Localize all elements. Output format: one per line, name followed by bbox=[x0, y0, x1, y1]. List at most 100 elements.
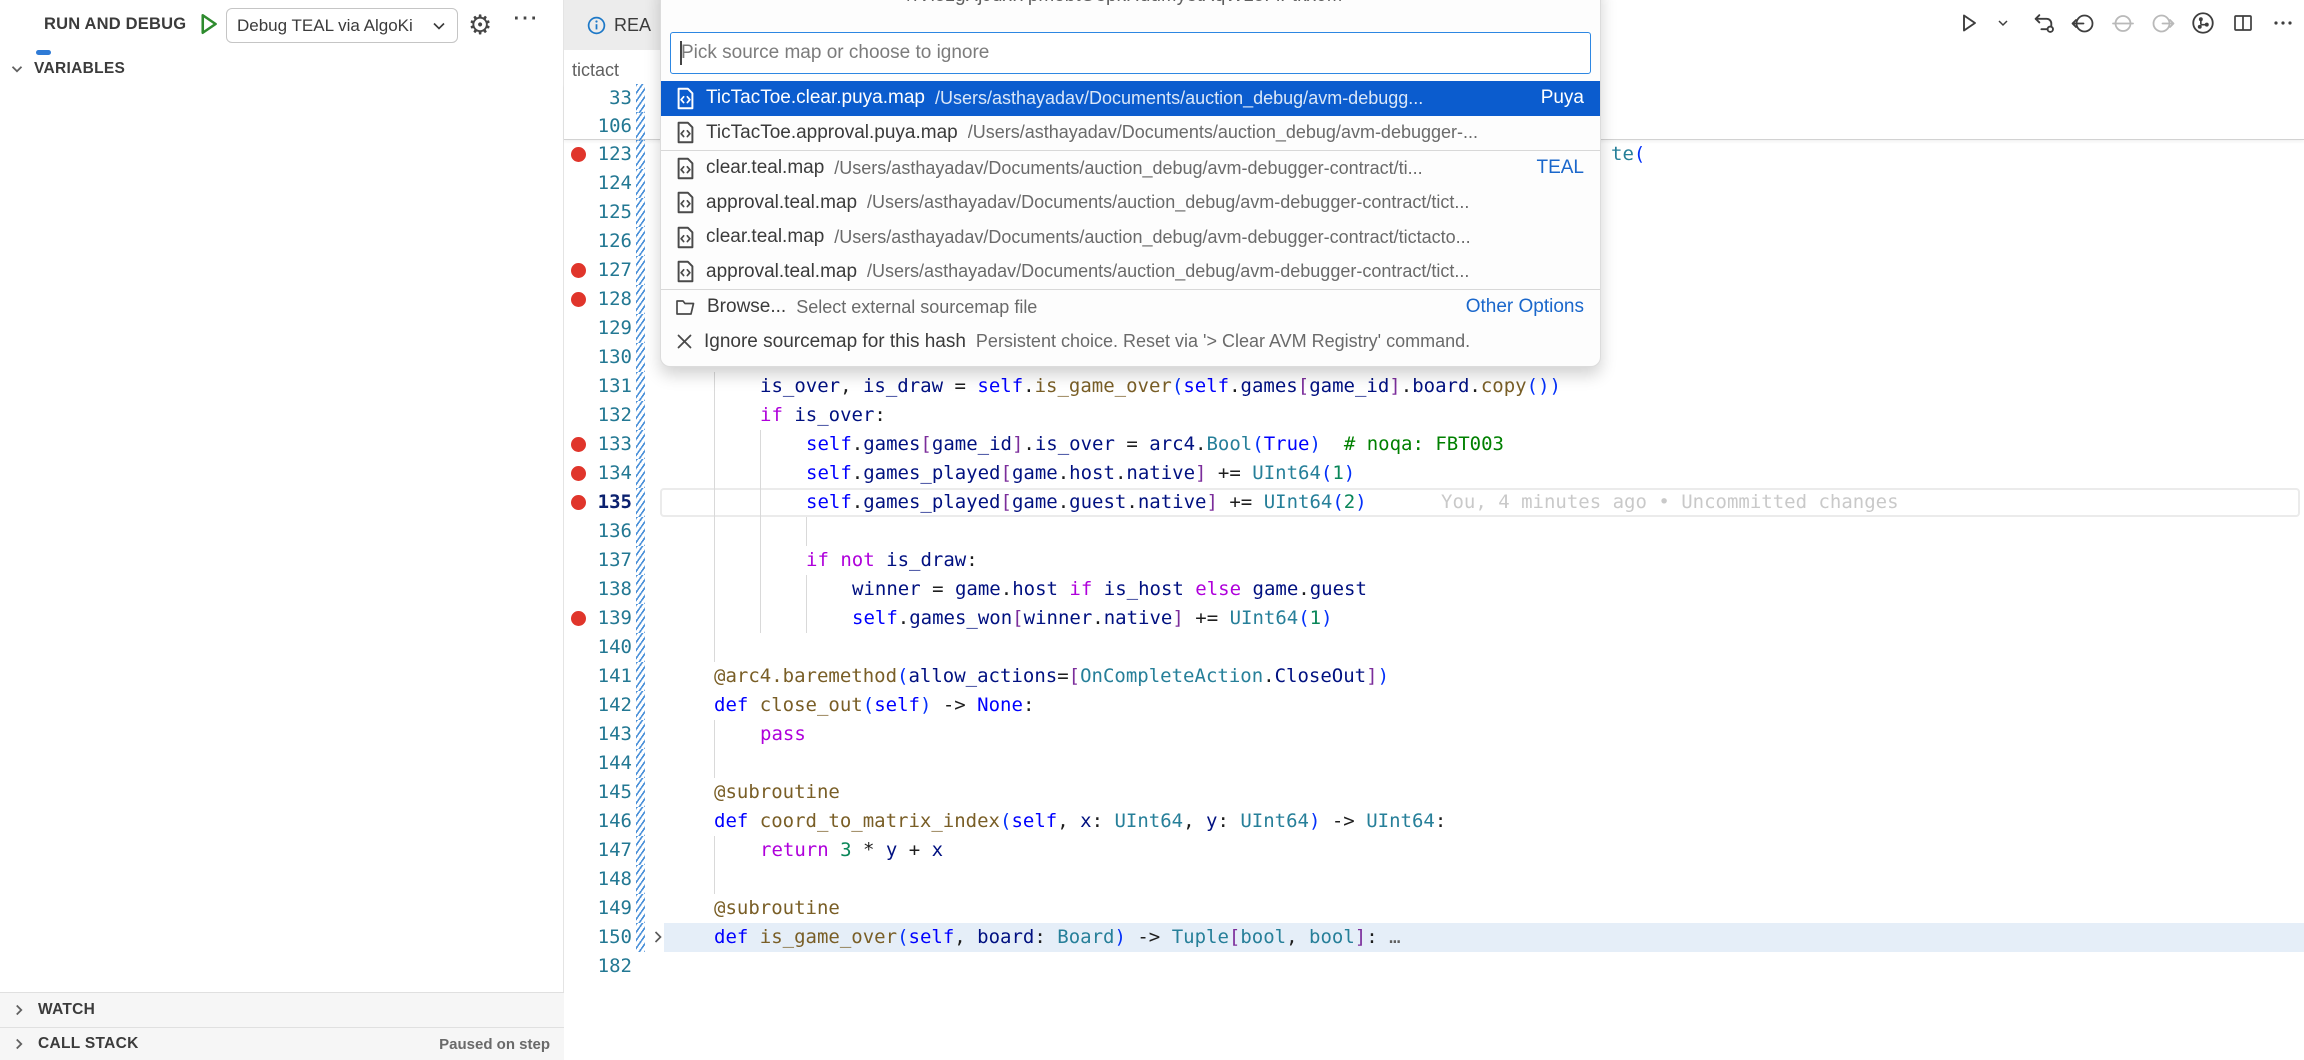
quickpick-item-badge: Other Options bbox=[1466, 296, 1584, 318]
code-line[interactable]: 140 bbox=[564, 633, 2304, 662]
debug-settings-gear-button[interactable]: ⚙ bbox=[468, 8, 492, 42]
call-stack-status: Paused on step bbox=[439, 1036, 550, 1053]
code-line[interactable]: 137if not is_draw: bbox=[564, 546, 2304, 575]
code-line[interactable]: 139self.games_won[winner.native] += UInt… bbox=[564, 604, 2304, 633]
code-text: if not is_draw: bbox=[806, 546, 978, 575]
quickpick-item[interactable]: Browse...Select external sourcemap fileO… bbox=[661, 290, 1600, 325]
split-editor-icon[interactable] bbox=[2230, 10, 2256, 36]
quickpick-item[interactable]: clear.teal.map/Users/asthayadav/Document… bbox=[661, 220, 1600, 255]
indent-guide bbox=[714, 401, 715, 430]
quickpick-item[interactable]: clear.teal.map/Users/asthayadav/Document… bbox=[661, 151, 1600, 186]
modified-line-gutter-stripe bbox=[636, 575, 645, 604]
code-line[interactable]: 132if is_over: bbox=[564, 401, 2304, 430]
code-line[interactable]: 136 bbox=[564, 517, 2304, 546]
debug-config-label: Debug TEAL via AlgoKi bbox=[237, 16, 429, 36]
modified-line-gutter-stripe bbox=[636, 169, 645, 198]
code-text: pass bbox=[760, 720, 806, 749]
code-line[interactable]: 131is_over, is_draw = self.is_game_over(… bbox=[564, 372, 2304, 401]
quickpick-item[interactable]: TicTacToe.clear.puya.map/Users/asthayada… bbox=[661, 81, 1600, 116]
indent-guide bbox=[714, 720, 715, 749]
line-number: 135 bbox=[574, 488, 632, 517]
modified-line-gutter-stripe bbox=[636, 459, 645, 488]
step-back-circle-icon[interactable] bbox=[2070, 10, 2096, 36]
code-line[interactable]: 182 bbox=[564, 952, 2304, 981]
chevron-right-icon bbox=[10, 1001, 28, 1019]
quickpick-item[interactable]: TicTacToe.approval.puya.map/Users/asthay… bbox=[661, 116, 1600, 151]
code-line[interactable]: 144 bbox=[564, 749, 2304, 778]
indent-guide bbox=[760, 604, 761, 633]
line-number: 143 bbox=[574, 720, 632, 749]
code-line[interactable]: 147return 3 * y + x bbox=[564, 836, 2304, 865]
modified-line-gutter-stripe bbox=[636, 604, 645, 633]
quickpick-item-badge: TEAL bbox=[1536, 157, 1584, 179]
line-number: 136 bbox=[574, 517, 632, 546]
code-text: winner = game.host if is_host else game.… bbox=[852, 575, 1367, 604]
file-code-icon bbox=[675, 87, 696, 110]
indent-guide bbox=[760, 430, 761, 459]
indent-guide bbox=[714, 575, 715, 604]
variables-section-header[interactable]: VARIABLES bbox=[8, 60, 125, 78]
quickpick-item-label: TicTacToe.approval.puya.map bbox=[706, 122, 958, 144]
modified-line-gutter-stripe bbox=[636, 401, 645, 430]
modified-line-gutter-stripe bbox=[636, 807, 645, 836]
modified-line-gutter-stripe bbox=[636, 256, 645, 285]
code-line[interactable]: 145@subroutine bbox=[564, 778, 2304, 807]
modified-line-gutter-stripe bbox=[636, 84, 645, 113]
modified-line-gutter-stripe bbox=[636, 198, 645, 227]
start-debugging-button[interactable] bbox=[194, 10, 222, 38]
line-number: 142 bbox=[574, 691, 632, 720]
modified-line-gutter-stripe bbox=[636, 633, 645, 662]
pause-circle-icon[interactable] bbox=[2110, 10, 2136, 36]
indent-guide bbox=[714, 604, 715, 633]
line-number: 130 bbox=[574, 343, 632, 372]
code-line[interactable]: 141@arc4.baremethod(allow_actions=[OnCom… bbox=[564, 662, 2304, 691]
watch-label: WATCH bbox=[38, 1001, 95, 1019]
code-line[interactable]: 148 bbox=[564, 865, 2304, 894]
code-line[interactable]: 134self.games_played[game.host.native] +… bbox=[564, 459, 2304, 488]
debug-header: RUN AND DEBUG Debug TEAL via AlgoKi ⚙ ⋯ bbox=[0, 0, 563, 52]
line-number: 125 bbox=[574, 198, 632, 227]
line-number: 139 bbox=[574, 604, 632, 633]
code-line[interactable]: 133self.games[game_id].is_over = arc4.Bo… bbox=[564, 430, 2304, 459]
debug-more-actions-button[interactable]: ⋯ bbox=[512, 2, 540, 33]
watch-section-header[interactable]: WATCH bbox=[0, 992, 564, 1027]
code-line[interactable]: 149@subroutine bbox=[564, 894, 2304, 923]
fold-chevron-icon[interactable] bbox=[648, 925, 668, 949]
breadcrumb[interactable]: tictact bbox=[572, 60, 619, 81]
play-icon bbox=[194, 10, 222, 38]
quickpick-item-label: clear.teal.map bbox=[706, 157, 824, 179]
code-text: @subroutine bbox=[714, 778, 840, 807]
info-icon bbox=[586, 15, 607, 36]
modified-line-gutter-stripe bbox=[636, 836, 645, 865]
editor-tab[interactable]: REA bbox=[564, 0, 660, 50]
code-line[interactable]: 143 pass bbox=[564, 720, 2304, 749]
code-line[interactable]: 138winner = game.host if is_host else ga… bbox=[564, 575, 2304, 604]
quickpick-input[interactable] bbox=[670, 32, 1591, 74]
variables-label: VARIABLES bbox=[34, 60, 125, 78]
quickpick-item[interactable]: approval.teal.map/Users/asthayadav/Docum… bbox=[661, 186, 1600, 221]
git-graph-icon[interactable] bbox=[2190, 10, 2216, 36]
editor-debug-toolbar bbox=[1956, 10, 2296, 36]
more-actions-icon[interactable] bbox=[2270, 10, 2296, 36]
line-number: 128 bbox=[574, 285, 632, 314]
modified-line-gutter-stripe bbox=[636, 430, 645, 459]
file-code-icon bbox=[675, 121, 696, 144]
quickpick-item[interactable]: Ignore sourcemap for this hashPersistent… bbox=[661, 325, 1600, 360]
step-forward-circle-icon[interactable] bbox=[2150, 10, 2176, 36]
rerun-icon[interactable] bbox=[2030, 10, 2056, 36]
debug-config-dropdown[interactable]: Debug TEAL via AlgoKi bbox=[226, 8, 458, 43]
code-text: self.games_played[game.host.native] += U… bbox=[806, 459, 1355, 488]
indent-guide bbox=[760, 488, 761, 517]
line-number: 124 bbox=[574, 169, 632, 198]
quickpick-list: TicTacToe.clear.puya.map/Users/asthayada… bbox=[661, 81, 1600, 359]
code-line[interactable]: 146def coord_to_matrix_index(self, x: UI… bbox=[564, 807, 2304, 836]
code-line[interactable]: 135self.games_played[game.guest.native] … bbox=[564, 488, 2304, 517]
code-line[interactable]: 150def is_game_over(self, board: Board) … bbox=[564, 923, 2304, 952]
code-line[interactable]: 142def close_out(self) -> None: bbox=[564, 691, 2304, 720]
call-stack-section-header[interactable]: CALL STACK Paused on step bbox=[0, 1027, 564, 1060]
run-icon[interactable] bbox=[1956, 10, 1982, 36]
modified-line-gutter-stripe bbox=[636, 517, 645, 546]
quickpick-item[interactable]: approval.teal.map/Users/asthayadav/Docum… bbox=[661, 255, 1600, 290]
chevron-down-icon[interactable] bbox=[1990, 10, 2016, 36]
quickpick-item-label: approval.teal.map bbox=[706, 192, 857, 214]
